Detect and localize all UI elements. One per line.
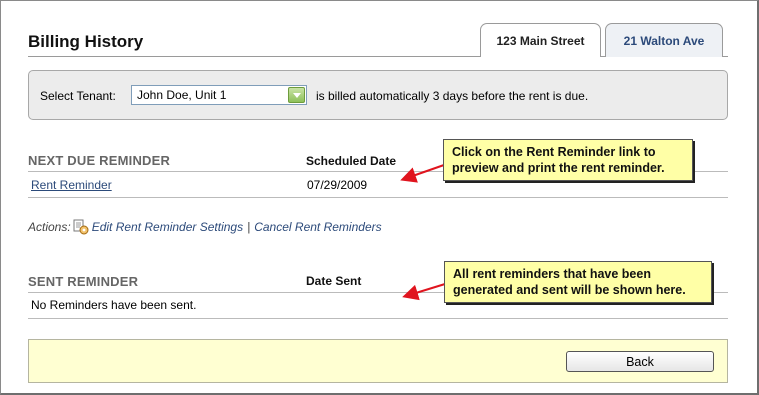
back-button[interactable]: Back [566, 351, 714, 372]
callout-line: generated and sent will be shown here. [453, 283, 686, 297]
callout-rent-reminder: Click on the Rent Reminder link to previ… [443, 139, 693, 181]
callout-line: preview and print the rent reminder. [452, 161, 665, 175]
arrow-to-sent-list [402, 283, 446, 301]
arrow-to-rent-reminder [400, 164, 445, 183]
callout-sent-reminders: All rent reminders that have been genera… [444, 261, 712, 303]
callout-arrows [400, 164, 446, 301]
callout-line: All rent reminders that have been [453, 267, 651, 281]
callout-line: Click on the Rent Reminder link to [452, 145, 656, 159]
